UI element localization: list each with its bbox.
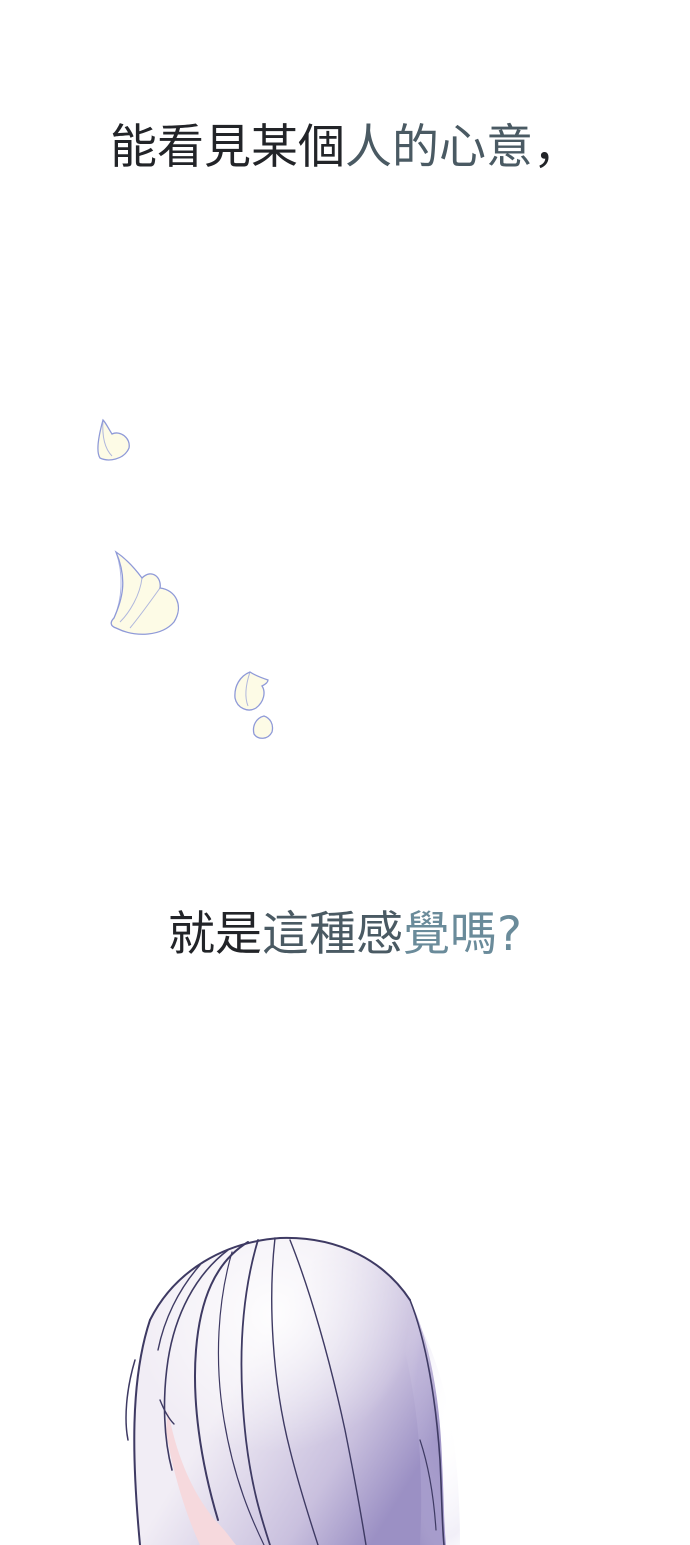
comic-panel: 能看見某個人的心意， 就是這種感覺嗎? bbox=[0, 0, 690, 1545]
character-head bbox=[125, 1236, 460, 1545]
character-illustration bbox=[125, 1236, 460, 1545]
